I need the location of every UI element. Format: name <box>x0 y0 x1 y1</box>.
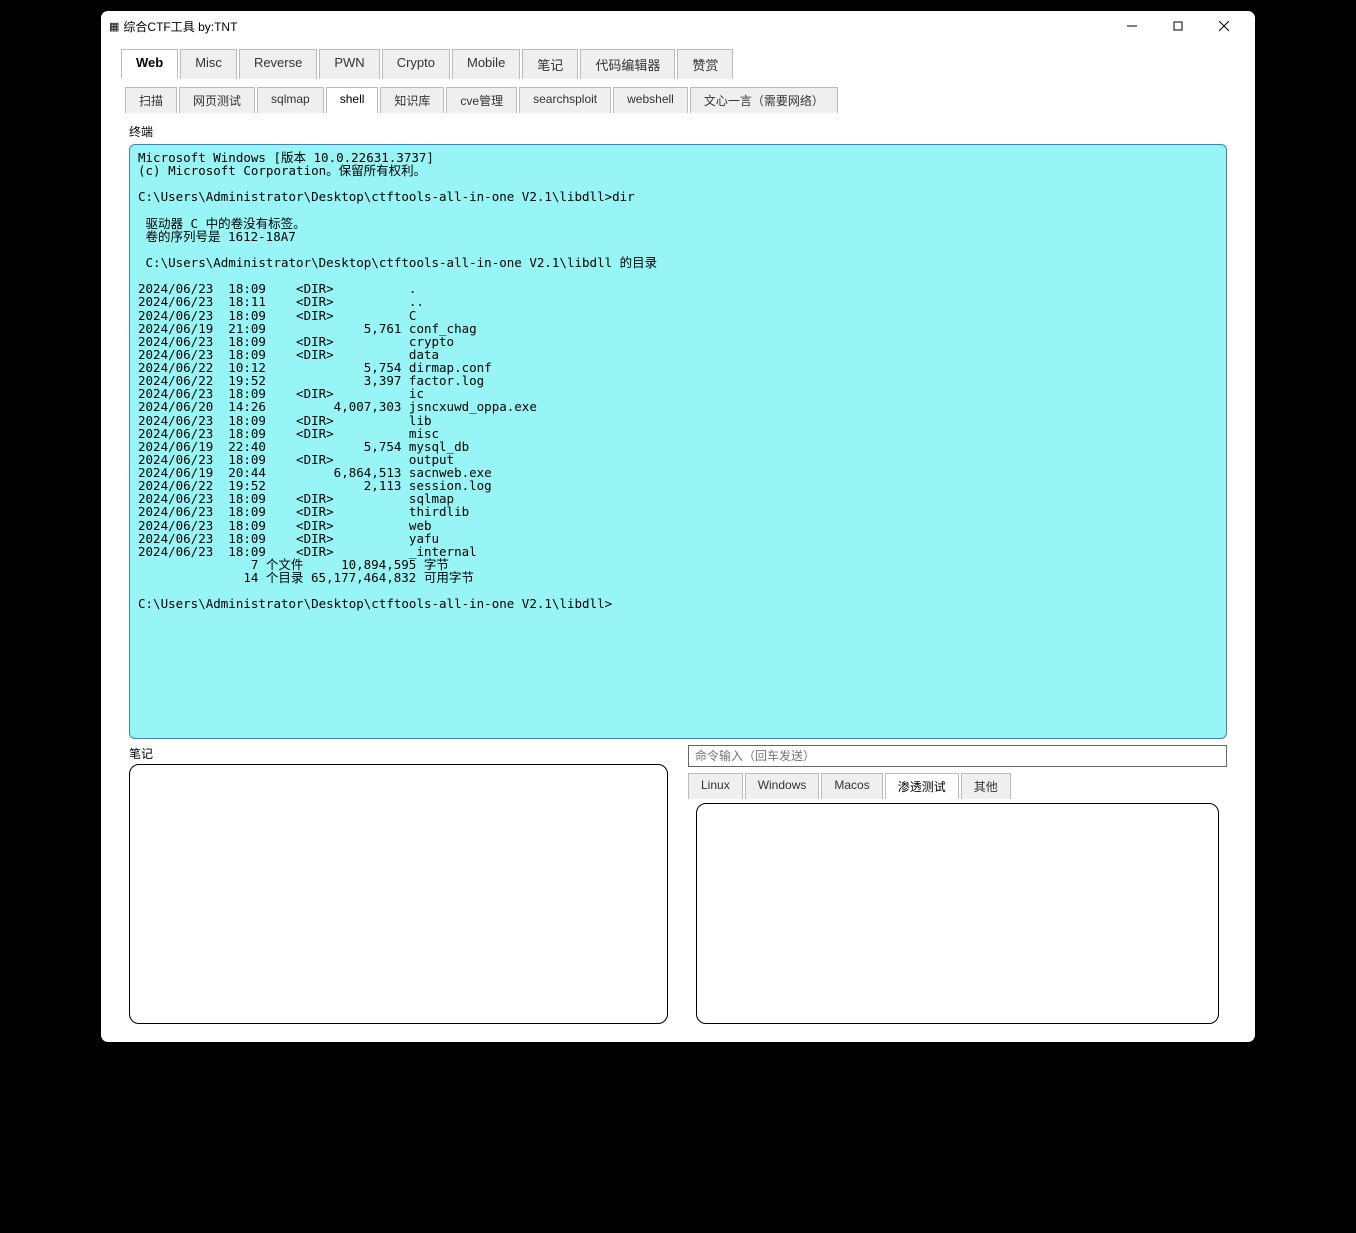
os-tab-4[interactable]: 其他 <box>961 773 1011 799</box>
os-tab-3[interactable]: 渗透测试 <box>885 773 959 799</box>
command-pane: LinuxWindowsMacos渗透测试其他 <box>688 745 1227 1024</box>
maximize-button[interactable] <box>1155 11 1201 41</box>
sub-tab-3[interactable]: shell <box>326 87 379 113</box>
sub-tab-7[interactable]: webshell <box>613 87 688 113</box>
sub-tab-5[interactable]: cve管理 <box>446 87 517 113</box>
main-tab-reverse[interactable]: Reverse <box>239 49 317 79</box>
window-title: ▦ 综合CTF工具 by:TNT <box>109 18 1109 35</box>
os-tabs: LinuxWindowsMacos渗透测试其他 <box>688 773 1227 799</box>
sub-tab-4[interactable]: 知识库 <box>380 87 444 113</box>
main-tab-misc[interactable]: Misc <box>180 49 237 79</box>
terminal-output[interactable]: Microsoft Windows [版本 10.0.22631.3737] (… <box>129 144 1227 739</box>
sub-tab-6[interactable]: searchsploit <box>519 87 611 113</box>
main-tab-web[interactable]: Web <box>121 49 178 79</box>
notes-pane: 笔记 <box>129 745 668 1024</box>
main-tab-pwn[interactable]: PWN <box>319 49 379 79</box>
bottom-panes: 笔记 LinuxWindowsMacos渗透测试其他 <box>101 739 1255 1042</box>
app-window: ▦ 综合CTF工具 by:TNT WebMiscReversePWNCrypto… <box>100 10 1256 1043</box>
sub-tab-2[interactable]: sqlmap <box>257 87 324 113</box>
main-tabs: WebMiscReversePWNCryptoMobile笔记代码编辑器赞赏 <box>101 41 1255 79</box>
notes-textarea[interactable] <box>129 764 668 1024</box>
sub-tabs: 扫描网页测试sqlmapshell知识库cve管理searchsploitweb… <box>101 79 1255 113</box>
window-controls <box>1109 11 1247 41</box>
main-tab-mobile[interactable]: Mobile <box>452 49 520 79</box>
os-tab-1[interactable]: Windows <box>745 773 820 799</box>
os-tab-0[interactable]: Linux <box>688 773 743 799</box>
main-tab-代码编辑器[interactable]: 代码编辑器 <box>580 49 675 79</box>
os-tab-content[interactable] <box>696 803 1219 1024</box>
main-tab-笔记[interactable]: 笔记 <box>522 49 578 79</box>
os-tab-2[interactable]: Macos <box>821 773 882 799</box>
sub-tab-1[interactable]: 网页测试 <box>179 87 255 113</box>
command-input[interactable] <box>688 745 1227 767</box>
close-button[interactable] <box>1201 11 1247 41</box>
sub-tab-8[interactable]: 文心一言（需要网络） <box>690 87 838 113</box>
app-icon: ▦ <box>109 20 119 33</box>
notes-label: 笔记 <box>129 745 668 762</box>
terminal-label: 终端 <box>101 119 1255 142</box>
sub-tab-0[interactable]: 扫描 <box>125 87 177 113</box>
window-title-text: 综合CTF工具 by:TNT <box>123 18 237 35</box>
main-tab-赞赏[interactable]: 赞赏 <box>677 49 733 79</box>
minimize-button[interactable] <box>1109 11 1155 41</box>
main-tab-crypto[interactable]: Crypto <box>382 49 450 79</box>
titlebar: ▦ 综合CTF工具 by:TNT <box>101 11 1255 41</box>
